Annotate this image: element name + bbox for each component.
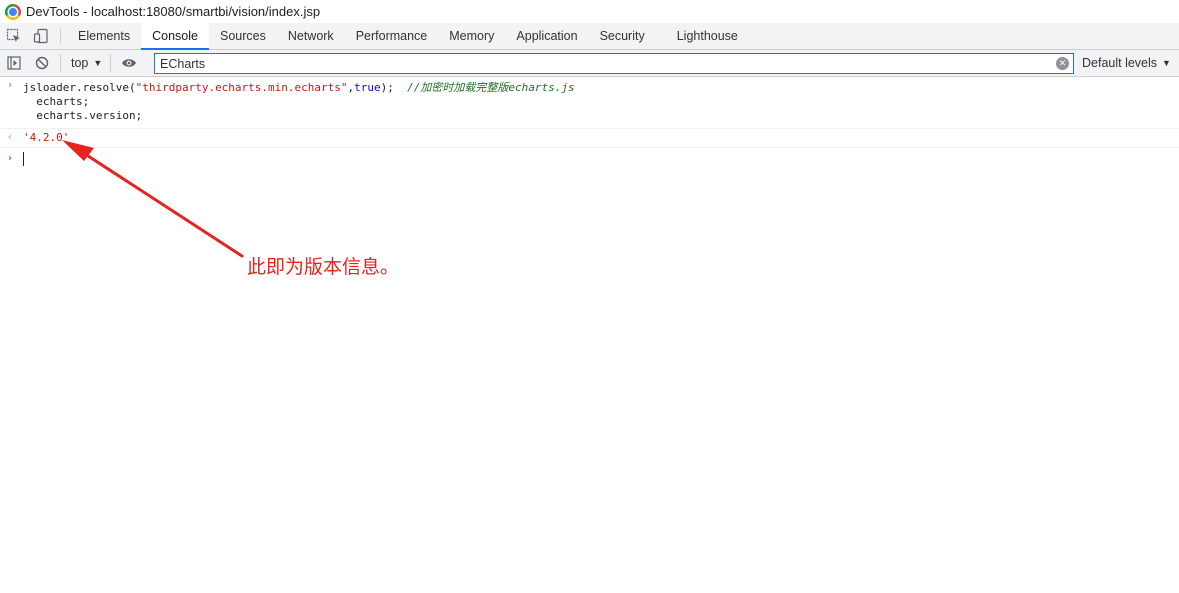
live-expression-eye-icon[interactable] xyxy=(115,50,143,76)
tab-application[interactable]: Application xyxy=(505,23,588,49)
code-string: "thirdparty.echarts.min.echarts" xyxy=(135,81,348,94)
tabbar-divider xyxy=(60,29,61,43)
input-chevron-icon: › xyxy=(7,80,14,91)
device-toolbar-icon[interactable] xyxy=(27,23,54,49)
chrome-logo-icon xyxy=(5,3,21,20)
tab-network[interactable]: Network xyxy=(277,23,345,49)
log-levels-dropdown[interactable]: Default levels ▼ xyxy=(1082,50,1171,76)
result-arrow-icon: ‹ xyxy=(7,132,14,143)
toolbar-divider xyxy=(110,54,112,72)
console-prompt[interactable]: › xyxy=(0,148,1179,170)
console-toolbar: top ▼ ECharts ✕ Default levels ▼ xyxy=(0,50,1179,77)
devtools-tabbar: Elements Console Sources Network Perform… xyxy=(0,23,1179,50)
console-result-entry: ‹ '4.2.0' xyxy=(0,129,1179,148)
tab-memory[interactable]: Memory xyxy=(438,23,505,49)
log-levels-label: Default levels xyxy=(1082,56,1158,70)
chevron-down-icon: ▼ xyxy=(1162,58,1171,68)
console-input-entry: › jsloader.resolve("thirdparty.echarts.m… xyxy=(0,78,1179,129)
clear-console-icon[interactable] xyxy=(28,50,56,76)
prompt-chevron-icon: › xyxy=(7,153,14,164)
code-line: echarts; xyxy=(23,95,90,108)
inspect-element-icon[interactable] xyxy=(0,23,27,49)
context-label: top xyxy=(71,56,89,70)
tab-lighthouse[interactable]: Lighthouse xyxy=(666,23,749,49)
window-title: DevTools - localhost:18080/smartbi/visio… xyxy=(26,4,321,19)
code-line: jsloader.resolve("thirdparty.echarts.min… xyxy=(23,81,1179,95)
tab-performance[interactable]: Performance xyxy=(345,23,439,49)
tab-security[interactable]: Security xyxy=(589,23,666,49)
console-filter-input[interactable]: ECharts ✕ xyxy=(154,53,1074,74)
annotation-note: 此即为版本信息。 xyxy=(247,256,400,278)
code-keyword: true xyxy=(354,81,381,94)
code-line: echarts.version; xyxy=(23,109,143,122)
chevron-down-icon: ▼ xyxy=(93,58,103,68)
context-selector[interactable]: top ▼ xyxy=(65,56,106,70)
result-value[interactable]: '4.2.0' xyxy=(23,131,69,144)
console-messages: › jsloader.resolve("thirdparty.echarts.m… xyxy=(0,78,1179,593)
tab-sources[interactable]: Sources xyxy=(209,23,277,49)
clear-filter-icon[interactable]: ✕ xyxy=(1056,57,1069,70)
code-text: jsloader.resolve( xyxy=(23,81,136,94)
toolbar-divider xyxy=(60,54,61,72)
text-cursor xyxy=(23,152,24,166)
sidebar-toggle-icon[interactable] xyxy=(0,50,28,76)
code-comment: //加密时加载完整版echarts.js xyxy=(407,81,575,94)
window-titlebar: DevTools - localhost:18080/smartbi/visio… xyxy=(0,0,1179,23)
tab-console[interactable]: Console xyxy=(141,23,209,50)
filter-value: ECharts xyxy=(160,56,206,71)
code-text: ); xyxy=(380,81,408,94)
tab-elements[interactable]: Elements xyxy=(67,23,141,49)
